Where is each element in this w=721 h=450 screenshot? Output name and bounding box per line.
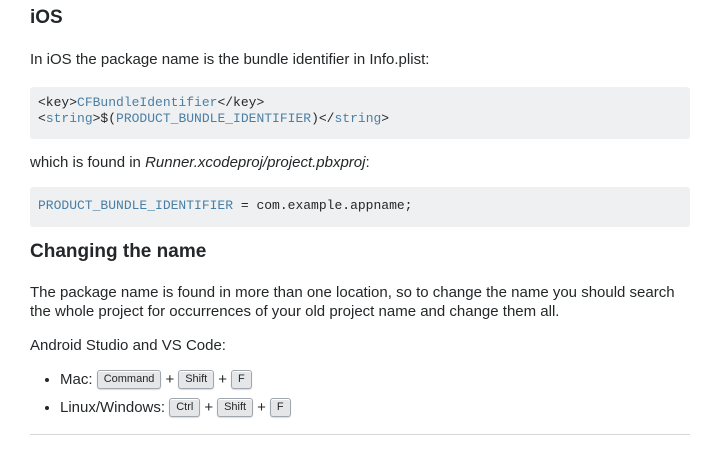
key-f: F xyxy=(269,397,291,417)
found-in-text: which is found in Runner.xcodeproj/proje… xyxy=(30,154,370,171)
shortcut-list: Mac: Command+Shift+F Linux/Windows: Ctrl… xyxy=(30,369,690,426)
code-block-pbxproj[interactable]: PRODUCT_BUNDLE_IDENTIFIER = com.example.… xyxy=(30,187,690,227)
key-command: Command xyxy=(96,369,162,389)
shortcut-item-linux-windows: Linux/Windows: Ctrl+Shift+F xyxy=(60,397,690,426)
shortcut-item-mac: Mac: Command+Shift+F xyxy=(60,369,690,398)
changing-name-paragraph: The package name is found in more than o… xyxy=(30,284,675,320)
ios-heading: iOS xyxy=(30,7,63,28)
key-ctrl: Ctrl xyxy=(169,397,201,417)
section-divider xyxy=(30,434,690,435)
changing-name-heading: Changing the name xyxy=(30,241,207,262)
key-shift: Shift xyxy=(217,397,254,417)
key-shift: Shift xyxy=(178,369,215,389)
project-file-path: Runner.xcodeproj/project.pbxproj xyxy=(145,154,366,171)
editors-text: Android Studio and VS Code: xyxy=(30,337,226,354)
ios-intro-text: In iOS the package name is the bundle id… xyxy=(30,51,430,68)
key-f: F xyxy=(230,369,252,389)
code-block-plist[interactable]: <key>CFBundleIdentifier</key> <string>$(… xyxy=(30,87,690,139)
